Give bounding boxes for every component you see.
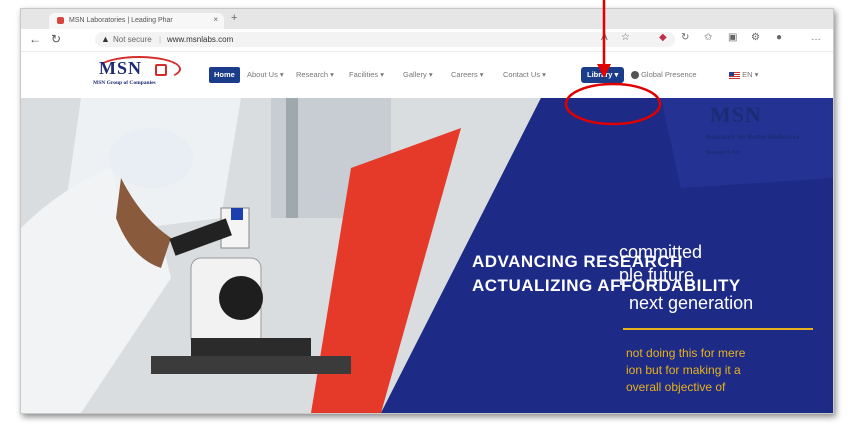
- annotation-arrow: [564, 0, 662, 126]
- annotation-ellipse: [564, 82, 662, 126]
